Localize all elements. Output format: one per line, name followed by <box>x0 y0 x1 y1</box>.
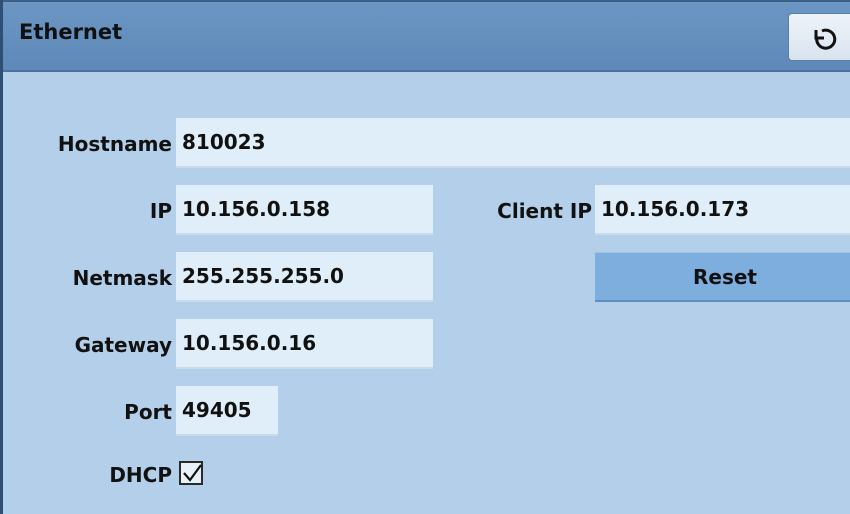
gateway-label: Gateway <box>74 333 172 357</box>
port-label: Port <box>124 400 172 424</box>
dhcp-label: DHCP <box>109 463 172 487</box>
reset-button[interactable]: Reset <box>595 252 850 302</box>
netmask-label: Netmask <box>72 266 172 290</box>
checkmark-icon <box>183 464 202 482</box>
refresh-icon <box>814 28 837 50</box>
hostname-field[interactable]: 810023 <box>176 118 850 168</box>
hostname-label: Hostname <box>57 132 172 156</box>
client-ip-field[interactable]: 10.156.0.173 <box>595 185 850 235</box>
ip-field[interactable]: 10.156.0.158 <box>176 185 433 235</box>
gateway-field[interactable]: 10.156.0.16 <box>176 319 433 369</box>
panel-title: Ethernet <box>19 20 123 44</box>
client-ip-label: Client IP <box>497 199 592 223</box>
refresh-button[interactable] <box>788 13 850 61</box>
port-field[interactable]: 49405 <box>176 386 278 436</box>
dhcp-checkbox[interactable] <box>179 461 203 485</box>
title-bar: Ethernet <box>3 0 850 72</box>
netmask-field[interactable]: 255.255.255.0 <box>176 252 433 302</box>
ip-label: IP <box>149 199 172 223</box>
